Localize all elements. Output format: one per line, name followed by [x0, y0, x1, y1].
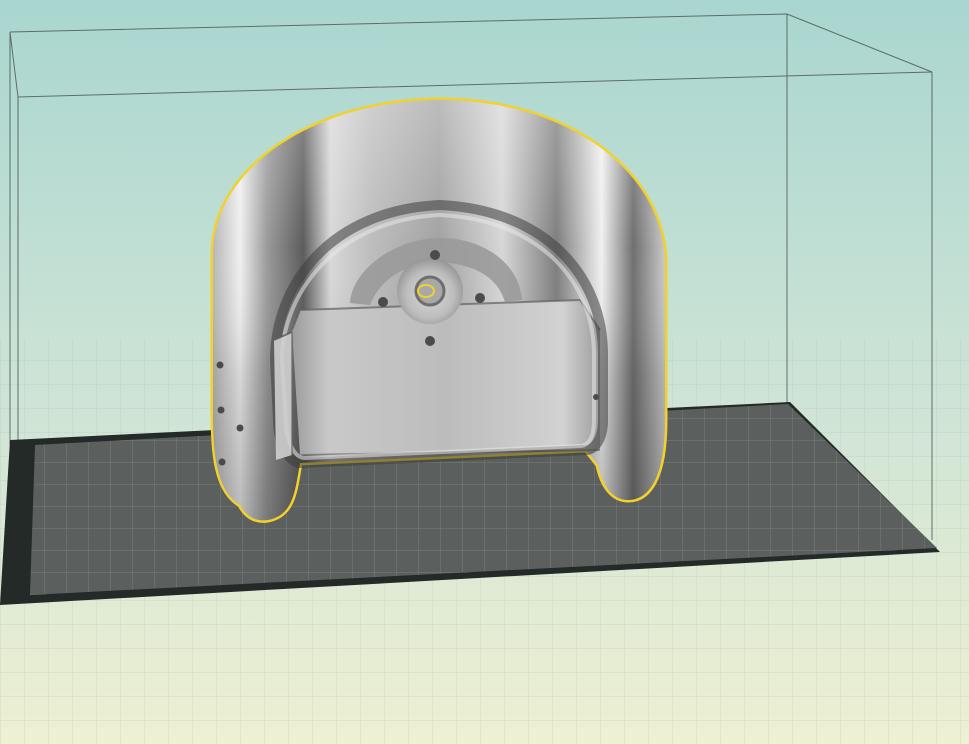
3d-scene[interactable]: [0, 0, 969, 744]
inner-panel: [292, 300, 600, 455]
hub-center-bore: [414, 275, 446, 307]
3d-viewport[interactable]: [0, 0, 969, 744]
3d-model-selected[interactable]: [210, 97, 668, 523]
left-inner-wall: [274, 332, 292, 460]
